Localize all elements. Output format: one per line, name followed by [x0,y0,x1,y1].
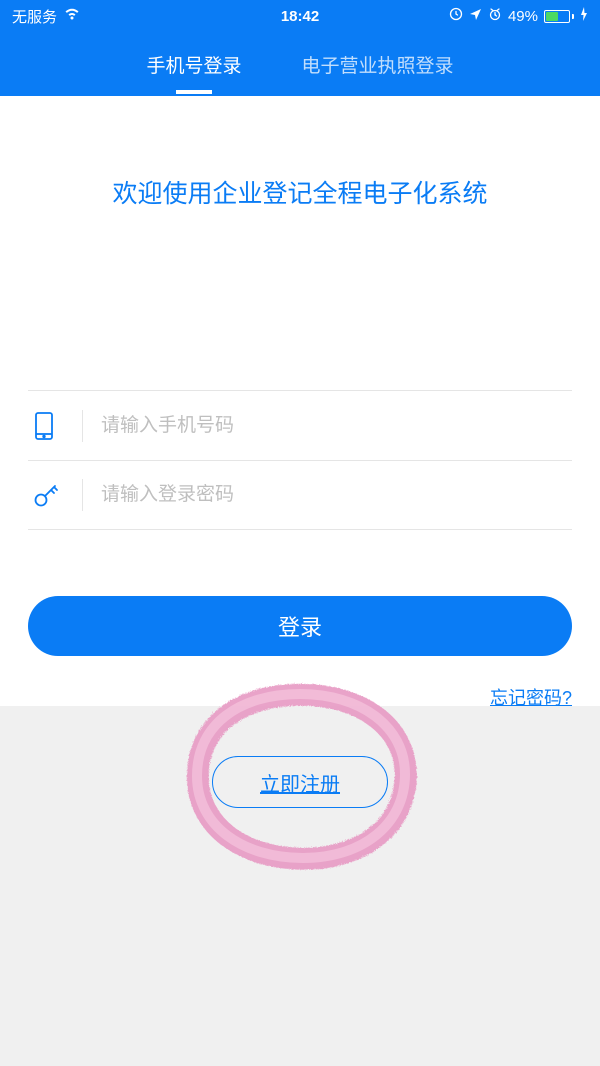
wifi-icon [63,7,81,25]
status-time: 18:42 [281,8,319,25]
register-button[interactable]: 立即注册 [212,756,388,808]
divider [82,410,83,442]
password-input-row [28,460,572,530]
content-area: 欢迎使用企业登记全程电子化系统 登录 忘记密码? [0,96,600,706]
charging-icon [580,7,588,25]
password-input[interactable] [101,484,572,506]
phone-input[interactable] [101,415,572,437]
status-right: 49% [449,7,588,25]
carrier-text: 无服务 [12,6,57,27]
bottom-area: 立即注册 [0,706,600,1066]
login-button[interactable]: 登录 [28,596,572,656]
location-icon [469,8,482,25]
key-icon [28,480,82,510]
tab-phone-login[interactable]: 手机号登录 [146,41,241,88]
status-bar: 无服务 18:42 49% [0,0,600,32]
forgot-password-link[interactable]: 忘记密码? [490,688,572,708]
login-form [28,390,572,530]
welcome-title: 欢迎使用企业登记全程电子化系统 [28,96,572,210]
divider [82,479,83,511]
alarm-icon [488,7,502,25]
phone-icon [28,410,82,442]
battery-percent: 49% [508,8,538,25]
tab-license-login[interactable]: 电子营业执照登录 [302,41,454,88]
phone-input-row [28,390,572,460]
lock-rotation-icon [449,7,463,25]
tab-bar: 手机号登录 电子营业执照登录 [0,32,600,96]
status-left: 无服务 [12,6,81,27]
battery-icon [544,10,574,23]
